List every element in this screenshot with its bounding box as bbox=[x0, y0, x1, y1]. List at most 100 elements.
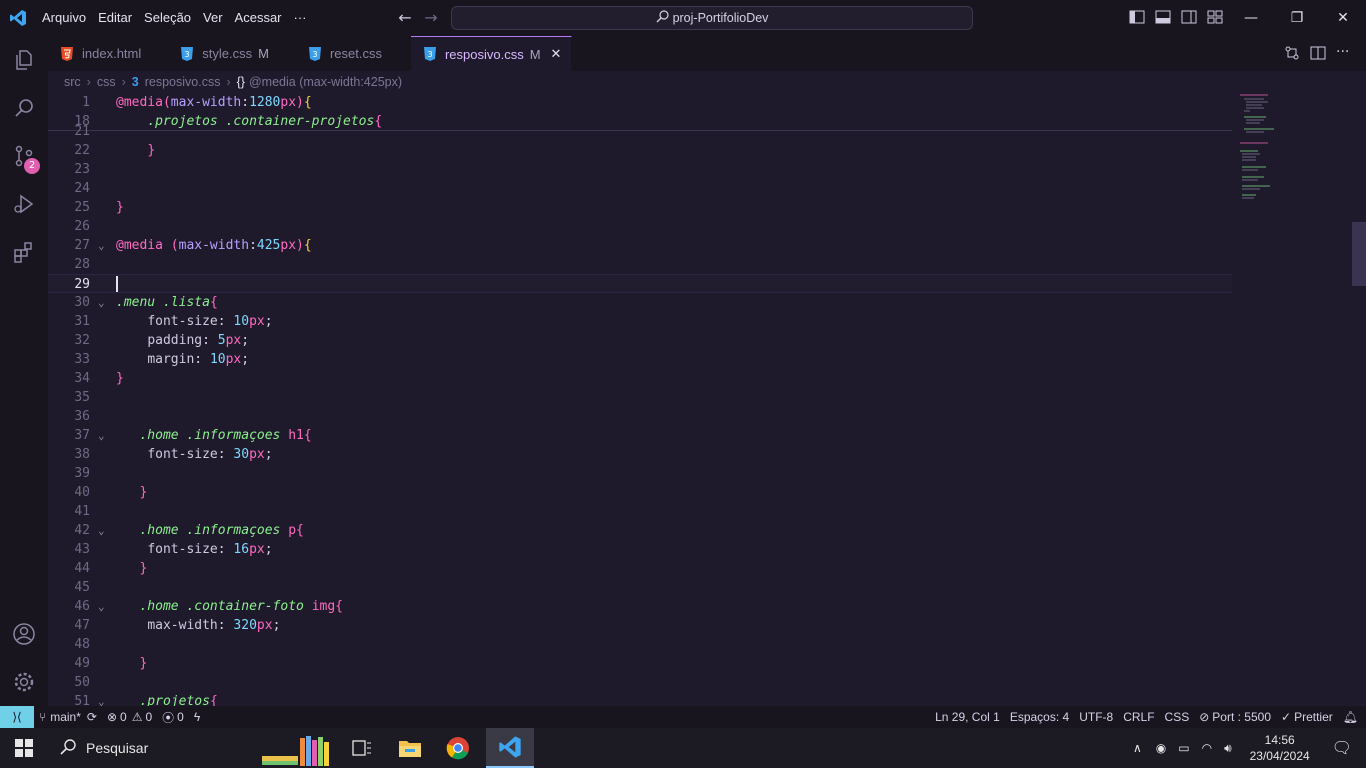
more-actions-icon[interactable]: ··· bbox=[1336, 45, 1352, 61]
notifications-icon[interactable]: 🗨︎ bbox=[1332, 738, 1352, 758]
lightning-icon[interactable]: ϟ bbox=[189, 706, 205, 728]
live-server-status[interactable]: ⊘ Port : 5500 bbox=[1194, 706, 1276, 728]
source-control-icon[interactable]: 2 bbox=[0, 132, 48, 180]
tab-style-css[interactable]: 3 style.css M bbox=[152, 36, 280, 71]
chrome-icon[interactable] bbox=[434, 728, 482, 768]
code-line[interactable]: 39 bbox=[48, 464, 1232, 483]
remote-indicator-icon[interactable]: ⟩⟨ bbox=[0, 706, 34, 728]
sync-icon[interactable]: ⟳ bbox=[87, 710, 97, 724]
menu-selecao[interactable]: Seleção bbox=[138, 0, 197, 36]
vscode-taskbar-icon[interactable] bbox=[486, 728, 534, 768]
notifications-bell-icon[interactable]: 🔔︎ bbox=[1338, 706, 1366, 728]
close-window-icon[interactable]: ✕ bbox=[1320, 0, 1366, 36]
code-line[interactable]: 50 bbox=[48, 673, 1232, 692]
task-view-icon[interactable] bbox=[338, 728, 386, 768]
code-line[interactable]: 31 font-size: 10px; bbox=[48, 312, 1232, 331]
restore-icon[interactable]: ❐ bbox=[1274, 0, 1320, 36]
customize-layout-icon[interactable] bbox=[1207, 9, 1223, 25]
minimize-icon[interactable]: — bbox=[1228, 0, 1274, 36]
split-editor-icon[interactable] bbox=[1310, 45, 1326, 61]
menu-acessar[interactable]: Acessar bbox=[229, 0, 288, 36]
cursor-position[interactable]: Ln 29, Col 1 bbox=[930, 706, 1005, 728]
open-changes-icon[interactable] bbox=[1284, 45, 1300, 61]
code-line[interactable]: 1 @media(max-width:1280px){ bbox=[48, 93, 1232, 112]
code-line[interactable]: 46 ⌄ .home .container-foto img{ bbox=[48, 597, 1232, 616]
code-line[interactable]: 22 } bbox=[48, 141, 1232, 160]
code-line[interactable]: 38 font-size: 30px; bbox=[48, 445, 1232, 464]
battery-icon[interactable]: ▭ bbox=[1178, 741, 1189, 755]
back-arrow-icon[interactable]: ← bbox=[395, 8, 415, 28]
code-line[interactable]: 35 bbox=[48, 388, 1232, 407]
code-line[interactable]: 28 bbox=[48, 255, 1232, 274]
code-line[interactable]: 34} bbox=[48, 369, 1232, 388]
toggle-sidebar-icon[interactable] bbox=[1129, 9, 1145, 25]
tab-reset-css[interactable]: 3 reset.css bbox=[280, 36, 393, 71]
indentation[interactable]: Espaços: 4 bbox=[1005, 706, 1074, 728]
code-line[interactable]: 48 bbox=[48, 635, 1232, 654]
fold-chevron-icon[interactable]: ⌄ bbox=[98, 293, 110, 312]
code-line[interactable]: 37 ⌄ .home .informaçoes h1{ bbox=[48, 426, 1232, 445]
clock[interactable]: 14:56 23/04/2024 bbox=[1250, 732, 1310, 764]
code-line[interactable]: 33 margin: 10px; bbox=[48, 350, 1232, 369]
branch-status[interactable]: ⑂ main* ⟳ bbox=[34, 706, 102, 728]
wifi-icon[interactable]: ◠ bbox=[1202, 741, 1212, 755]
toggle-secondary-sidebar-icon[interactable] bbox=[1181, 9, 1197, 25]
breadcrumb-file[interactable]: resposivo.css bbox=[145, 75, 221, 89]
menu-ver[interactable]: Ver bbox=[197, 0, 229, 36]
code-editor[interactable]: 1 @media(max-width:1280px){18 .projetos .… bbox=[48, 93, 1366, 706]
language-mode[interactable]: CSS bbox=[1160, 706, 1195, 728]
code-line[interactable]: 29 bbox=[48, 274, 1232, 293]
code-line[interactable]: 25} bbox=[48, 198, 1232, 217]
breadcrumb-css[interactable]: css bbox=[97, 75, 116, 89]
code-line[interactable]: 47 max-width: 320px; bbox=[48, 616, 1232, 635]
chevron-up-icon[interactable]: ∧ bbox=[1133, 741, 1142, 755]
menu-arquivo[interactable]: Arquivo bbox=[36, 0, 92, 36]
windows-start-icon[interactable] bbox=[0, 728, 48, 768]
ports-status[interactable]: ⦿ 0 bbox=[157, 706, 189, 728]
prettier-status[interactable]: ✓ Prettier bbox=[1276, 706, 1338, 728]
tab-index-html[interactable]: index.html bbox=[48, 36, 153, 71]
fold-chevron-icon[interactable]: ⌄ bbox=[98, 426, 110, 445]
fold-chevron-icon[interactable]: ⌄ bbox=[98, 597, 110, 616]
code-line[interactable]: 45 bbox=[48, 578, 1232, 597]
code-line[interactable]: 36 bbox=[48, 407, 1232, 426]
code-line[interactable]: 26 bbox=[48, 217, 1232, 236]
file-explorer-icon[interactable] bbox=[386, 728, 434, 768]
code-line[interactable]: 43 font-size: 16px; bbox=[48, 540, 1232, 559]
books-illustration-icon[interactable] bbox=[258, 728, 338, 768]
code-line[interactable]: 24 bbox=[48, 179, 1232, 198]
search-sidebar-icon[interactable] bbox=[0, 84, 48, 132]
fold-chevron-icon[interactable]: ⌄ bbox=[98, 692, 110, 706]
toggle-panel-icon[interactable] bbox=[1155, 9, 1171, 25]
editor-scrollbar[interactable] bbox=[1352, 222, 1366, 286]
command-center-search[interactable]: proj-PortifolioDev bbox=[451, 6, 973, 30]
close-tab-icon[interactable]: ✕ bbox=[551, 46, 562, 62]
code-line[interactable]: 30 ⌄ .menu .lista{ bbox=[48, 293, 1232, 312]
code-line[interactable]: 32 padding: 5px; bbox=[48, 331, 1232, 350]
code-line[interactable]: 44 } bbox=[48, 559, 1232, 578]
code-line[interactable]: 27 ⌄ @media (max-width:425px){ bbox=[48, 236, 1232, 255]
code-line[interactable]: 51 ⌄ .projetos{ bbox=[48, 692, 1232, 706]
volume-icon[interactable]: 🔊︎ bbox=[1224, 741, 1232, 756]
code-line[interactable]: 40 } bbox=[48, 483, 1232, 502]
problems-status[interactable]: ⊗ 0 ⚠ 0 bbox=[102, 706, 157, 728]
breadcrumb-symbol[interactable]: @media (max-width:425px) bbox=[249, 75, 402, 89]
code-line[interactable]: 23 bbox=[48, 160, 1232, 179]
account-icon[interactable] bbox=[0, 610, 48, 658]
code-line[interactable]: 49 } bbox=[48, 654, 1232, 673]
menu-more[interactable]: ··· bbox=[288, 0, 313, 36]
code-line[interactable]: 42 ⌄ .home .informaçoes p{ bbox=[48, 521, 1232, 540]
end-of-line[interactable]: CRLF bbox=[1118, 706, 1159, 728]
forward-arrow-icon[interactable]: → bbox=[421, 8, 441, 28]
minimap[interactable] bbox=[1234, 93, 1304, 213]
breadcrumb-src[interactable]: src bbox=[64, 75, 81, 89]
meet-now-icon[interactable]: ◉ bbox=[1156, 741, 1166, 755]
explorer-icon[interactable] bbox=[0, 36, 48, 84]
code-line[interactable]: 21 bbox=[48, 122, 1232, 141]
fold-chevron-icon[interactable]: ⌄ bbox=[98, 236, 110, 255]
settings-gear-icon[interactable] bbox=[0, 658, 48, 706]
menu-editar[interactable]: Editar bbox=[92, 0, 138, 36]
fold-chevron-icon[interactable]: ⌄ bbox=[98, 521, 110, 540]
code-line[interactable]: 41 bbox=[48, 502, 1232, 521]
tab-resposivo-css[interactable]: 3 resposivo.css M ✕ bbox=[410, 36, 573, 71]
